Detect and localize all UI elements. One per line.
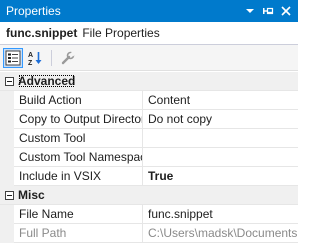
property-value[interactable]: True [143, 167, 298, 186]
properties-titlebar: Properties [0, 0, 298, 22]
property-value[interactable] [143, 148, 298, 167]
pin-icon[interactable] [260, 3, 276, 19]
property-value[interactable] [143, 129, 298, 148]
alphabetical-button[interactable]: A Z [25, 48, 45, 68]
titlebar-buttons [240, 3, 298, 19]
property-row-build-action[interactable]: Build Action Content [0, 90, 298, 110]
property-row-include-in-vsix[interactable]: Include in VSIX True [0, 166, 298, 186]
property-pages-button[interactable] [58, 48, 78, 68]
alphabetical-sort-icon: A Z [28, 51, 42, 66]
category-label: Advanced [18, 74, 76, 88]
property-value[interactable]: Do not copy [143, 110, 298, 129]
categorized-button[interactable] [3, 47, 23, 68]
property-name: Full Path [14, 223, 143, 243]
wrench-icon [61, 51, 76, 64]
object-name: func.snippet [6, 26, 78, 40]
chevron-down-icon[interactable] [242, 3, 258, 19]
svg-text:A: A [28, 52, 33, 59]
property-name: Include in VSIX [14, 166, 143, 186]
properties-toolbar: A Z [0, 45, 298, 71]
property-row-custom-tool[interactable]: Custom Tool [0, 128, 298, 148]
property-row-full-path[interactable]: Full Path C:\Users\madsk\Documents [0, 223, 298, 243]
property-value[interactable]: func.snippet [143, 205, 298, 224]
category-advanced[interactable]: Advanced [0, 72, 298, 91]
window-title: Properties [6, 4, 61, 18]
toolbar-separator [51, 49, 52, 66]
property-name: Custom Tool Namespace [14, 147, 143, 167]
collapse-minus-icon[interactable] [2, 188, 16, 202]
property-name: Build Action [14, 90, 143, 110]
property-row-custom-tool-namespace[interactable]: Custom Tool Namespace [0, 147, 298, 167]
property-value[interactable]: Content [143, 91, 298, 110]
property-name: Custom Tool [14, 128, 143, 148]
category-misc[interactable]: Misc [0, 186, 298, 205]
category-label: Misc [18, 188, 45, 202]
property-name: File Name [14, 204, 143, 224]
object-selector[interactable]: func.snippet File Properties [0, 22, 298, 45]
property-row-copy-to-output[interactable]: Copy to Output Directory Do not copy [0, 109, 298, 129]
property-grid: Advanced Build Action Content Copy to Ou… [0, 72, 298, 243]
property-row-file-name[interactable]: File Name func.snippet [0, 204, 298, 224]
svg-text:Z: Z [28, 60, 33, 66]
collapse-minus-icon[interactable] [2, 74, 16, 88]
object-type: File Properties [82, 26, 160, 40]
categorized-icon [5, 50, 21, 65]
close-icon[interactable] [278, 3, 294, 19]
property-value[interactable]: C:\Users\madsk\Documents [143, 224, 298, 243]
property-name: Copy to Output Directory [14, 109, 143, 129]
